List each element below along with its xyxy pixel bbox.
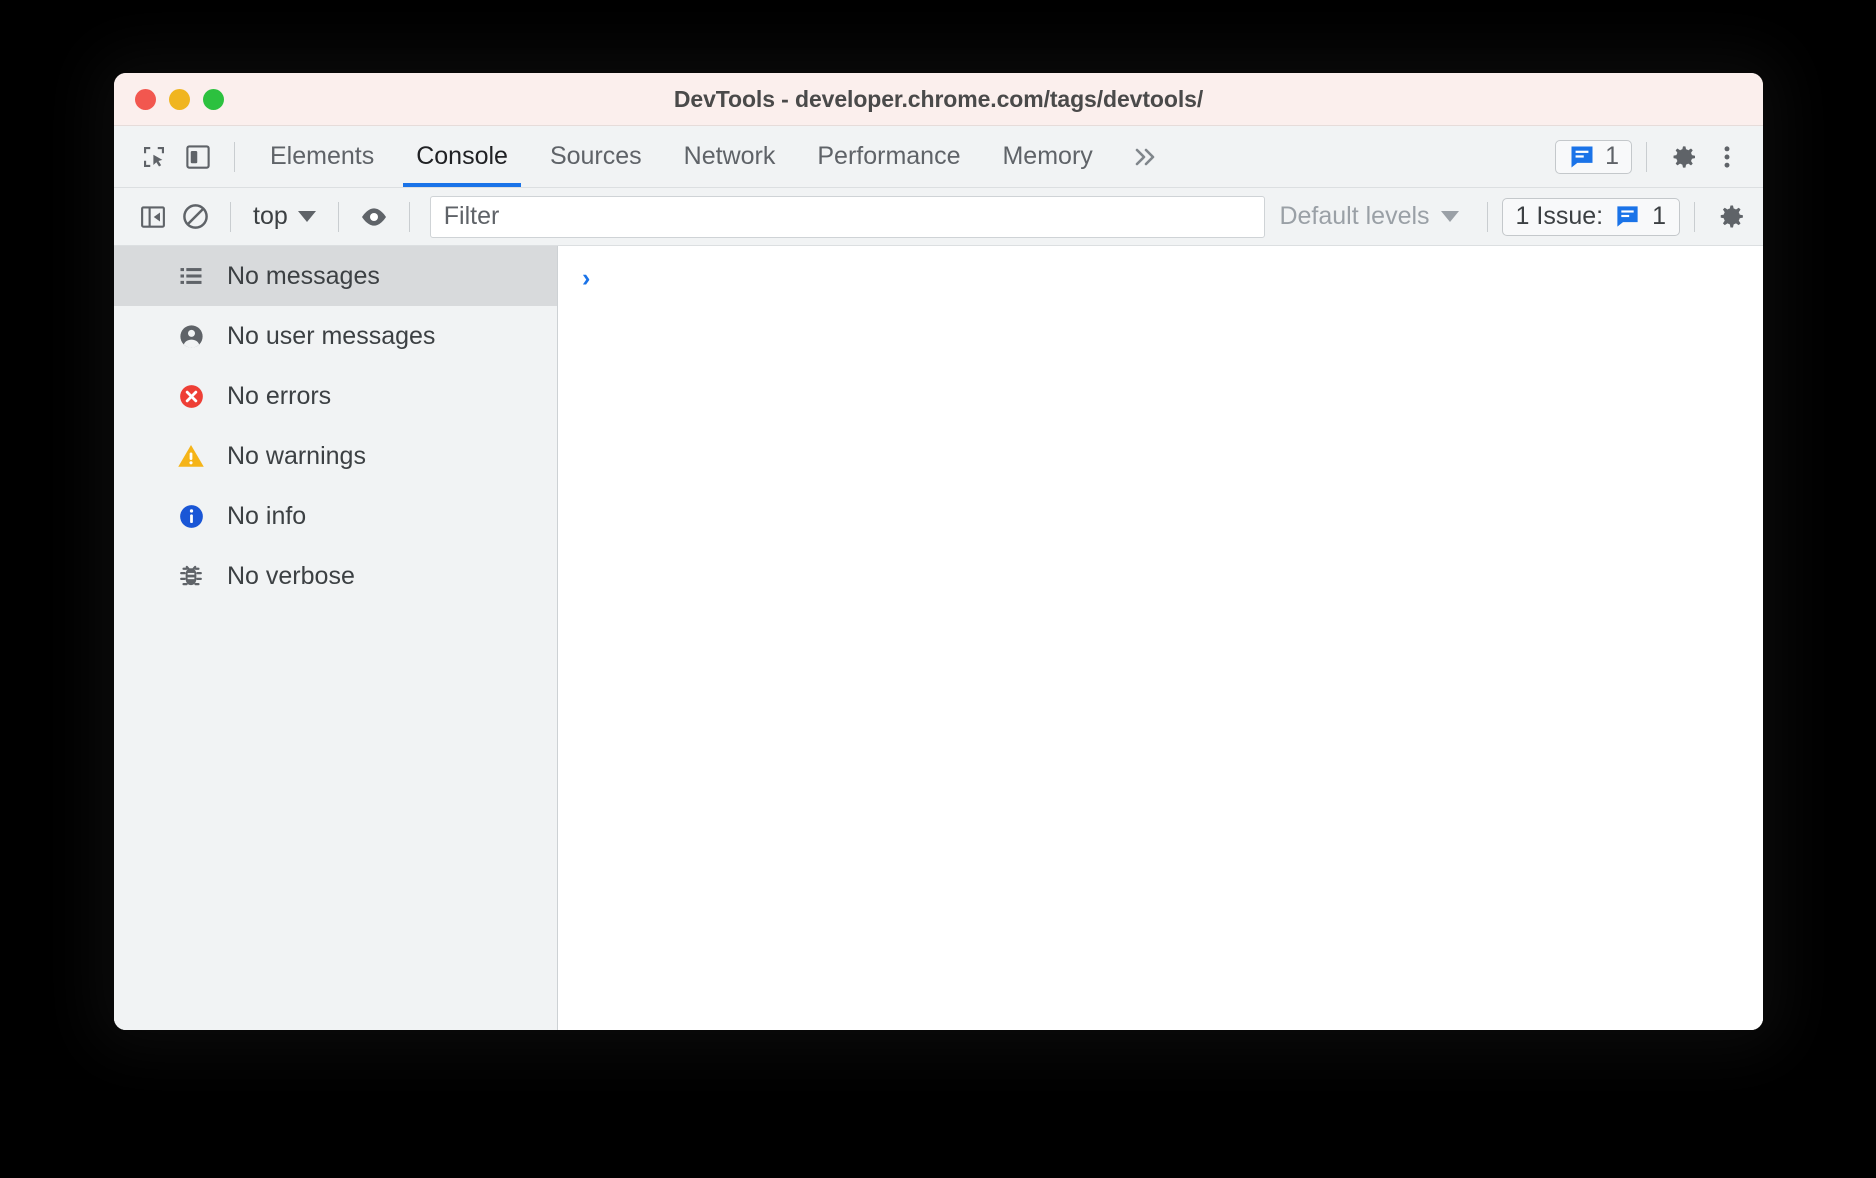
screen-background: DevTools - developer.chrome.com/tags/dev… <box>0 0 1876 1178</box>
tab-performance-label: Performance <box>817 142 960 171</box>
toggle-device-toolbar-button[interactable] <box>176 135 220 179</box>
toolbar-divider-1 <box>230 202 231 232</box>
show-console-sidebar-icon <box>138 202 168 232</box>
sidebar-item-user-messages[interactable]: No user messages <box>114 306 557 366</box>
toolbar-divider-2 <box>338 202 339 232</box>
issue-counter-count: 1 <box>1652 202 1666 231</box>
console-settings-button[interactable] <box>1709 196 1751 238</box>
user-icon <box>176 321 206 351</box>
kebab-menu-icon <box>1713 142 1741 172</box>
maximize-window-button[interactable] <box>203 89 224 110</box>
tab-console-label: Console <box>416 142 508 171</box>
error-circle-icon <box>176 381 206 411</box>
issues-badge-button[interactable]: 1 <box>1555 140 1632 174</box>
list-icon <box>176 261 206 291</box>
console-filter-placeholder: Filter <box>444 202 500 231</box>
window-title: DevTools - developer.chrome.com/tags/dev… <box>114 86 1763 113</box>
close-window-button[interactable] <box>135 89 156 110</box>
inspect-element-button[interactable] <box>132 135 176 179</box>
tabbar-divider <box>234 142 235 172</box>
console-prompt-chevron-icon: › <box>582 266 590 291</box>
toolbar-divider-3 <box>409 202 410 232</box>
tab-elements[interactable]: Elements <box>249 126 395 187</box>
traffic-light-group <box>135 89 224 110</box>
console-prompt-row[interactable]: › <box>558 260 1763 296</box>
tabbar-right-controls: 1 <box>1555 126 1749 187</box>
more-options-button[interactable] <box>1705 135 1749 179</box>
devtools-tabbar: Elements Console Sources Network Perform… <box>114 126 1763 188</box>
sidebar-item-info[interactable]: No info <box>114 486 557 546</box>
sidebar-item-verbose-label: No verbose <box>227 562 355 591</box>
device-toolbar-icon <box>183 142 213 172</box>
sidebar-item-user-messages-label: No user messages <box>227 322 435 351</box>
panel-tabs: Elements Console Sources Network Perform… <box>249 126 1176 187</box>
toolbar-divider-4 <box>1487 202 1488 232</box>
window-titlebar: DevTools - developer.chrome.com/tags/dev… <box>114 73 1763 126</box>
sidebar-item-warnings-label: No warnings <box>227 442 366 471</box>
tab-memory-label: Memory <box>1002 142 1092 171</box>
clear-console-button[interactable] <box>174 196 216 238</box>
sidebar-item-verbose[interactable]: No verbose <box>114 546 557 606</box>
javascript-context-selector[interactable]: top <box>245 202 324 231</box>
toggle-console-sidebar-button[interactable] <box>132 196 174 238</box>
issues-badge-count: 1 <box>1605 144 1619 169</box>
log-levels-value: Default levels <box>1279 202 1429 231</box>
tabbar-right-divider <box>1646 142 1647 172</box>
tab-elements-label: Elements <box>270 142 374 171</box>
console-toolbar: top Filter Default levels 1 Issue: <box>114 188 1763 246</box>
clear-console-icon <box>180 201 211 232</box>
gear-icon <box>1667 141 1699 173</box>
more-tabs-button[interactable] <box>1114 126 1176 187</box>
sidebar-item-messages[interactable]: No messages <box>114 246 557 306</box>
console-sidebar: No messages No user messages <box>114 246 558 1030</box>
devtools-window: DevTools - developer.chrome.com/tags/dev… <box>114 73 1763 1030</box>
chevron-down-icon <box>1441 211 1459 222</box>
tab-memory[interactable]: Memory <box>981 126 1113 187</box>
tab-performance[interactable]: Performance <box>796 126 981 187</box>
console-messages-area[interactable]: › <box>558 246 1763 1030</box>
minimize-window-button[interactable] <box>169 89 190 110</box>
sidebar-item-info-label: No info <box>227 502 306 531</box>
bug-icon <box>176 561 206 591</box>
tab-network[interactable]: Network <box>663 126 797 187</box>
sidebar-item-errors[interactable]: No errors <box>114 366 557 426</box>
tab-console[interactable]: Console <box>395 126 529 187</box>
chevron-down-icon <box>298 211 316 222</box>
gear-icon <box>1714 200 1747 233</box>
message-bubble-icon <box>1568 143 1596 171</box>
tab-sources[interactable]: Sources <box>529 126 663 187</box>
warning-triangle-icon <box>176 441 206 471</box>
issue-counter-button[interactable]: 1 Issue: 1 <box>1502 198 1680 236</box>
javascript-context-value: top <box>253 202 288 231</box>
sidebar-item-messages-label: No messages <box>227 262 380 291</box>
eye-icon <box>358 201 390 233</box>
info-circle-icon <box>176 501 206 531</box>
create-live-expression-button[interactable] <box>353 196 395 238</box>
sidebar-item-warnings[interactable]: No warnings <box>114 426 557 486</box>
inspect-element-icon <box>139 142 169 172</box>
log-levels-selector[interactable]: Default levels <box>1265 202 1472 231</box>
sidebar-item-errors-label: No errors <box>227 382 331 411</box>
console-filter-input[interactable]: Filter <box>430 196 1266 238</box>
tab-network-label: Network <box>684 142 776 171</box>
toolbar-divider-5 <box>1694 202 1695 232</box>
tab-sources-label: Sources <box>550 142 642 171</box>
issue-counter-label: 1 Issue: <box>1516 202 1604 231</box>
chevron-double-right-icon <box>1130 144 1160 170</box>
console-body: No messages No user messages <box>114 246 1763 1030</box>
settings-button[interactable] <box>1661 135 1705 179</box>
message-bubble-icon <box>1614 203 1641 230</box>
